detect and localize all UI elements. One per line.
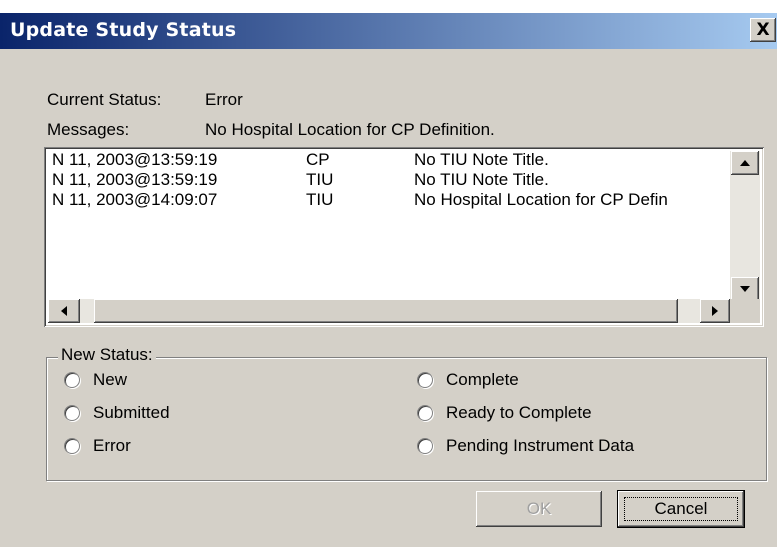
- messages-value: No Hospital Location for CP Definition.: [205, 120, 495, 139]
- messages-listbox[interactable]: N 11, 2003@13:59:19 CP No TIU Note Title…: [44, 147, 764, 327]
- vertical-scrollbar[interactable]: [730, 151, 760, 301]
- message-source: CP: [306, 150, 330, 169]
- scrollbar-corner: [730, 299, 760, 323]
- update-study-status-dialog: Update Study Status X Current Status: Er…: [0, 12, 777, 547]
- radio-label: Error: [93, 436, 131, 455]
- ok-button[interactable]: OK: [476, 491, 602, 527]
- message-datetime: N 11, 2003@14:09:07: [52, 190, 218, 209]
- radio-label: Pending Instrument Data: [446, 436, 635, 455]
- scroll-up-icon: [740, 160, 750, 166]
- message-datetime: N 11, 2003@13:59:19: [52, 150, 218, 169]
- ok-button-label: OK: [526, 499, 552, 518]
- dialog-title: Update Study Status: [10, 19, 237, 41]
- radio-label: Submitted: [93, 403, 170, 422]
- message-text: No Hospital Location for CP Defin: [414, 190, 668, 209]
- scroll-right-icon: [712, 306, 718, 316]
- radio-label: Complete: [446, 370, 519, 389]
- message-text: No TIU Note Title.: [414, 170, 549, 189]
- current-status-label: Current Status:: [47, 90, 162, 109]
- current-status-value: Error: [205, 90, 243, 109]
- messages-label: Messages:: [47, 120, 130, 139]
- background-window-fragment: [0, 0, 777, 10]
- scroll-up-button[interactable]: [731, 151, 759, 175]
- close-icon: X: [756, 20, 770, 40]
- scroll-right-button[interactable]: [700, 299, 730, 323]
- radio-button-circle[interactable]: [417, 405, 433, 421]
- message-text: No TIU Note Title.: [414, 150, 549, 169]
- message-source: TIU: [306, 170, 334, 189]
- message-source: TIU: [306, 190, 334, 209]
- radio-label: New: [93, 370, 128, 389]
- cancel-button[interactable]: Cancel: [618, 491, 744, 527]
- new-status-legend: New Status:: [58, 345, 156, 365]
- horizontal-scrollbar[interactable]: [48, 299, 730, 323]
- radio-button-circle[interactable]: [64, 405, 80, 421]
- radio-button-circle[interactable]: [417, 372, 433, 388]
- scroll-down-button[interactable]: [731, 277, 759, 301]
- message-datetime: N 11, 2003@13:59:19: [52, 170, 218, 189]
- scroll-down-icon: [740, 286, 750, 292]
- scroll-left-icon: [61, 306, 67, 316]
- title-bar[interactable]: Update Study Status X: [0, 13, 777, 49]
- radio-button-circle[interactable]: [64, 438, 80, 454]
- radio-label: Ready to Complete: [446, 403, 592, 422]
- cancel-button-label: Cancel: [654, 499, 708, 518]
- radio-button-circle[interactable]: [64, 372, 80, 388]
- close-button[interactable]: X: [750, 18, 776, 42]
- scroll-left-button[interactable]: [48, 299, 80, 323]
- horizontal-scroll-thumb[interactable]: [94, 299, 678, 323]
- radio-button-circle[interactable]: [417, 438, 433, 454]
